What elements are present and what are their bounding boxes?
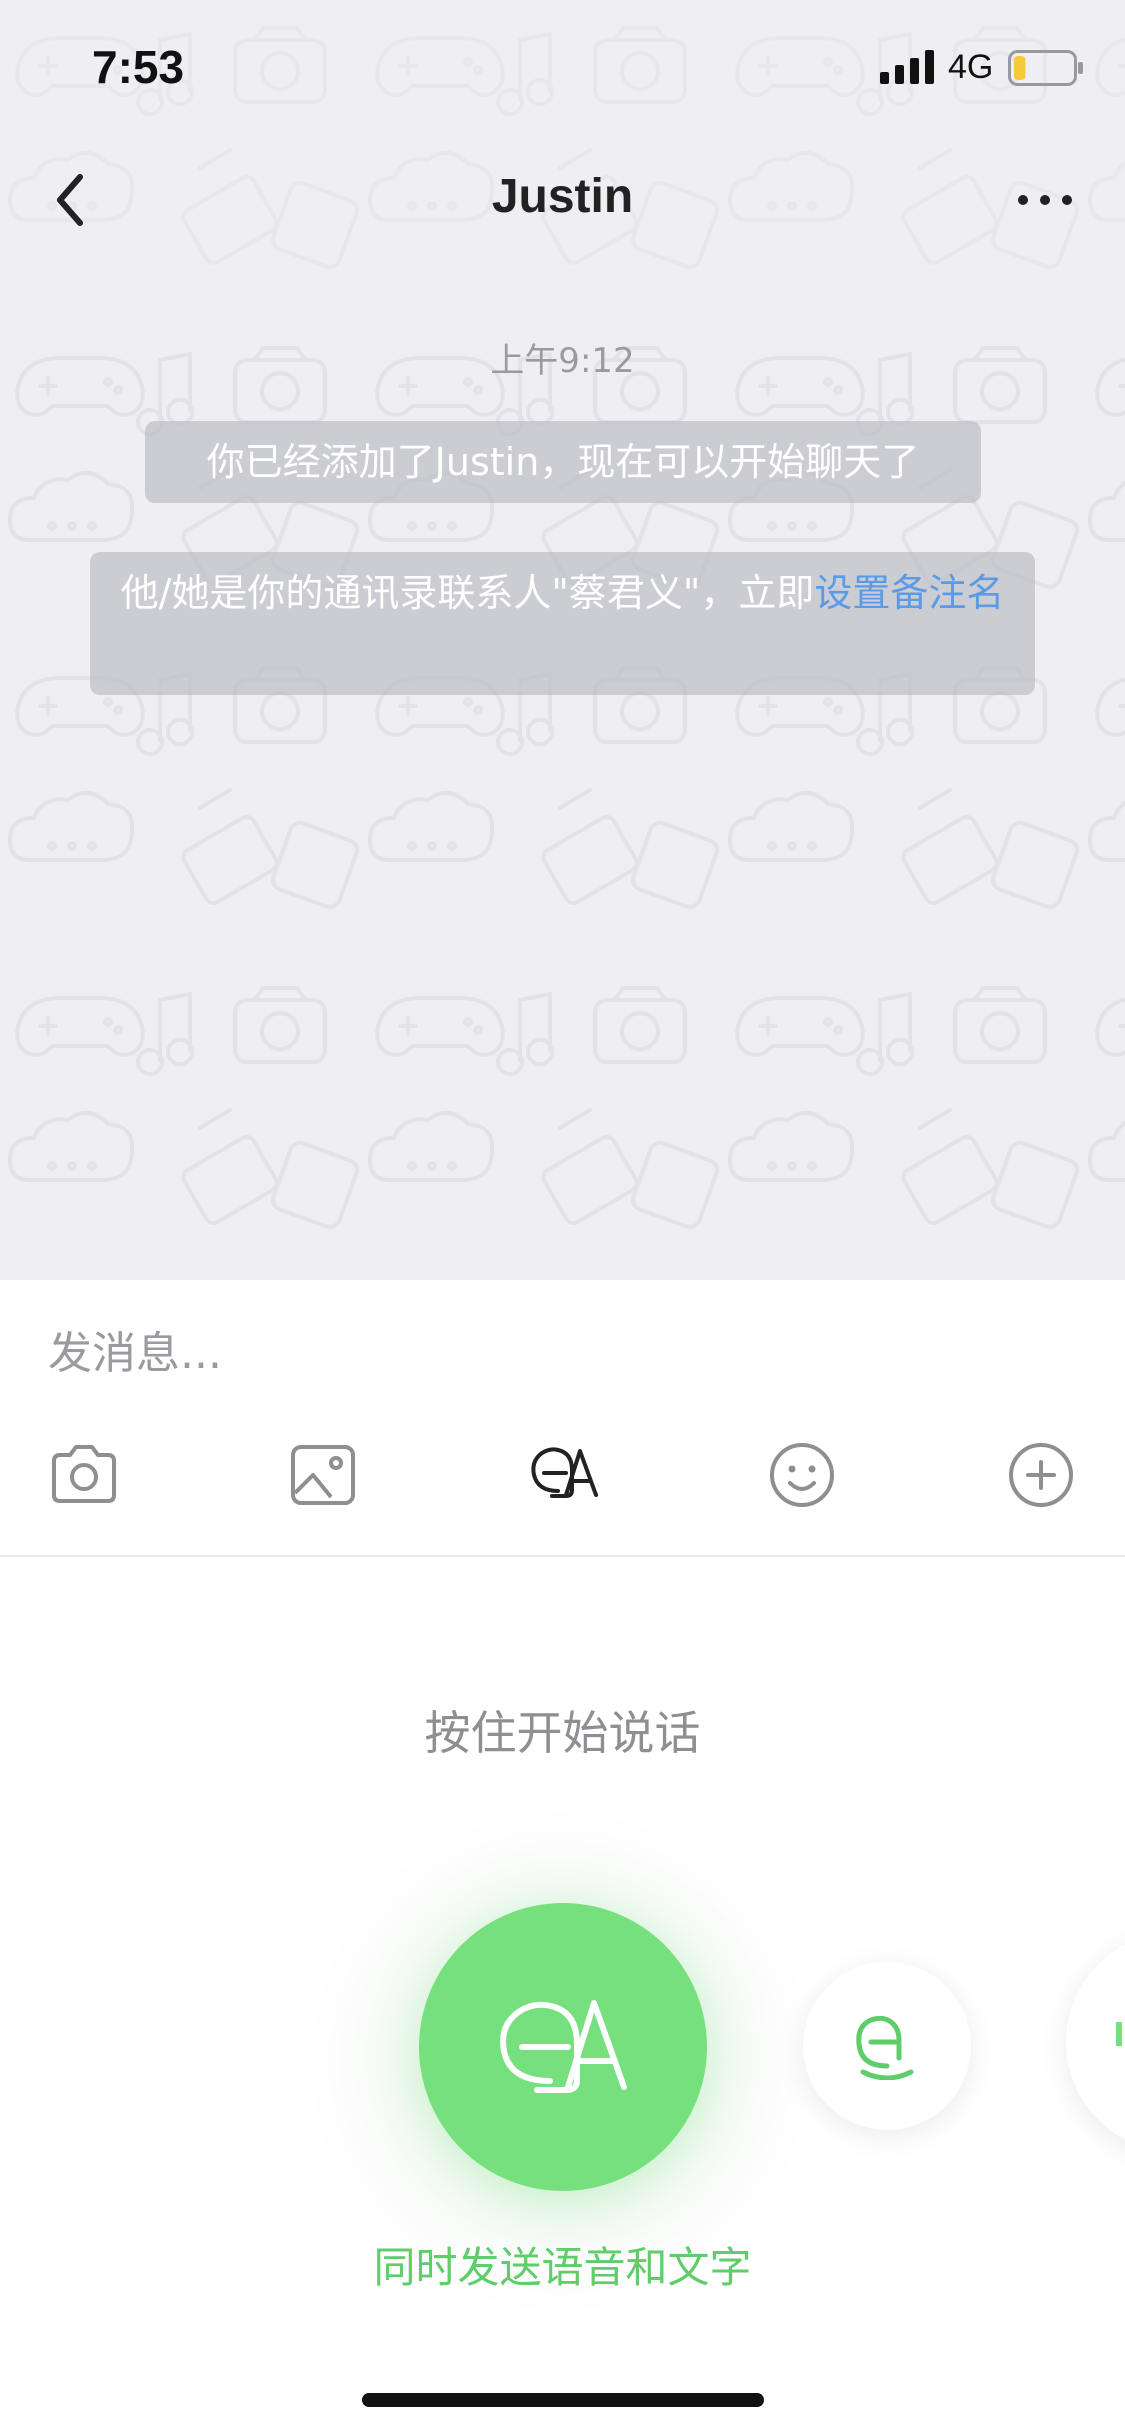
voice-text-icon [500,2000,627,2093]
more-button[interactable] [1001,1435,1081,1515]
system-message-text: 他/她是你的通讯录联系人"蔡君义"，立即 [120,571,815,615]
page-title: Justin [491,170,634,223]
system-message-text: 你已经添加了Justin，现在可以开始聊天了 [206,440,920,484]
smiley-icon [770,1443,834,1507]
battery-icon [1008,50,1083,86]
voice-icon [856,2015,914,2080]
gallery-button[interactable] [283,1435,363,1515]
home-indicator[interactable] [362,2393,764,2407]
text-only-button[interactable] [1066,1932,1125,2152]
voice-text-icon [531,1447,598,1498]
set-remark-link[interactable]: 设置备注名 [814,571,1004,615]
voice-text-record-button[interactable] [419,1903,707,2191]
camera-button[interactable] [44,1435,124,1515]
network-type: 4G [948,48,994,86]
voice-text-button[interactable] [522,1435,602,1515]
voice-mode-label: 同时发送语音和文字 [373,2243,752,2292]
plus-circle-icon [1009,1443,1073,1507]
image-icon [291,1445,355,1505]
hold-to-talk-hint: 按住开始说话 [424,1706,701,1760]
text-mode-icon [1116,2022,1122,2046]
more-dots-icon[interactable] [1015,185,1075,215]
message-timestamp: 上午9:12 [490,341,635,381]
status-time: 7:53 [92,41,185,93]
system-message: 你已经添加了Justin，现在可以开始聊天了 [145,421,981,503]
signal-icon [880,50,934,84]
nav-bar: Justin [0,135,1125,265]
input-panel [0,1280,1125,1555]
emoji-button[interactable] [762,1435,842,1515]
message-input[interactable] [48,1318,1048,1388]
status-bar: 7:53 4G [0,0,1125,135]
camera-icon [52,1445,116,1503]
system-message: 他/她是你的通讯录联系人"蔡君义"，立即设置备注名 [90,552,1035,695]
voice-only-button[interactable] [803,1962,971,2130]
voice-panel: 按住开始说话 同时发送语音和文字 [0,1557,1125,2436]
